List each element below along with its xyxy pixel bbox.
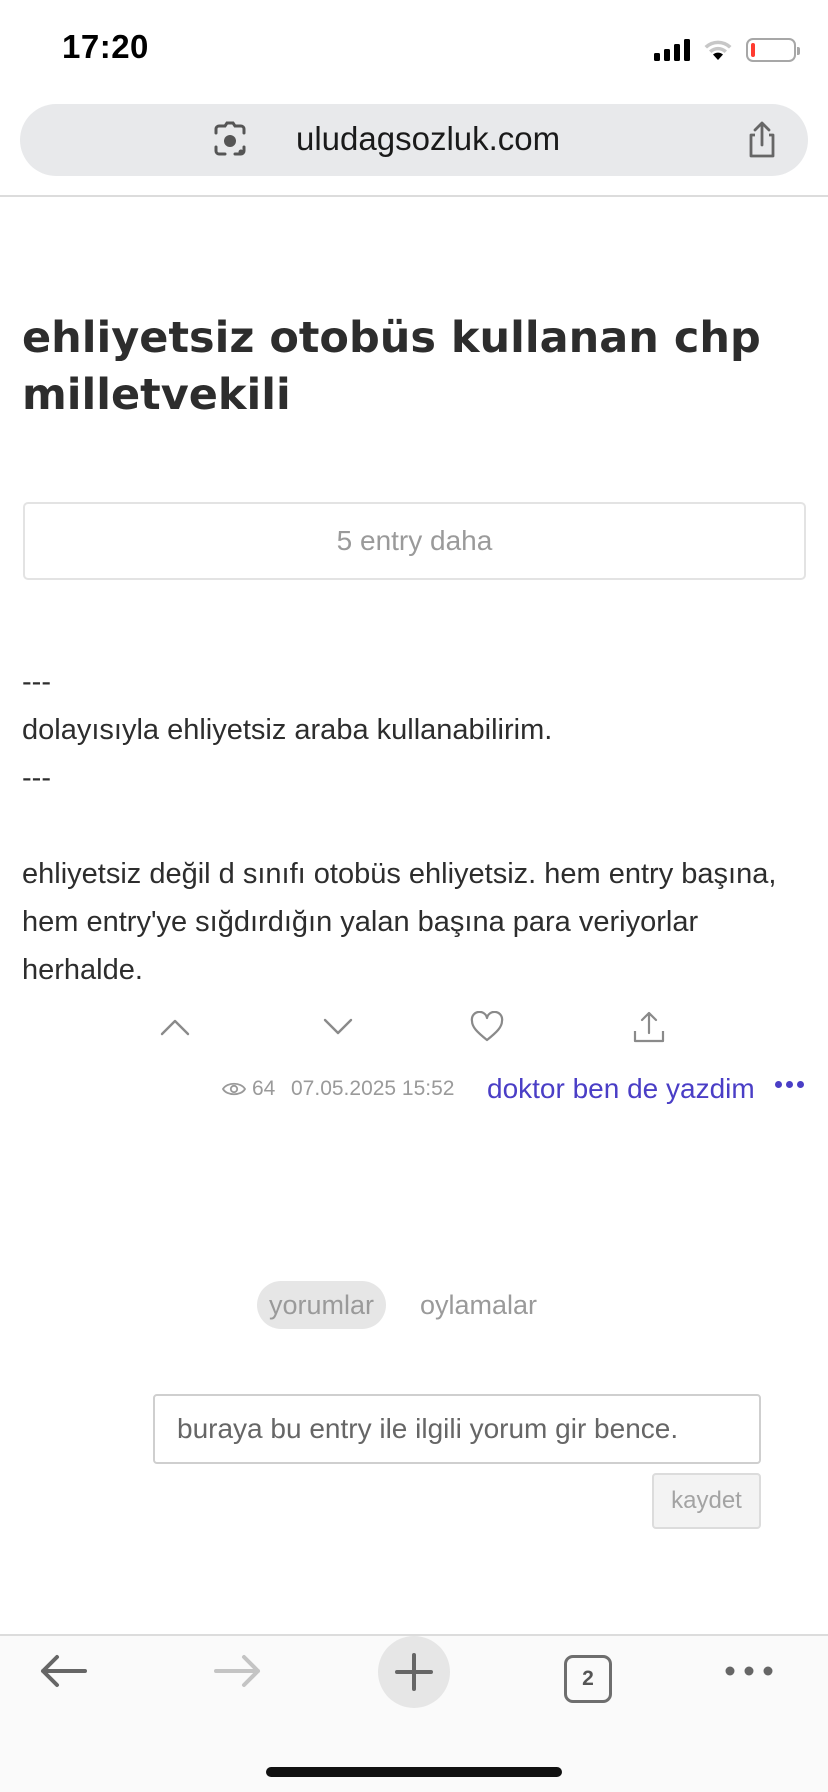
view-count-value: 64 bbox=[252, 1077, 276, 1100]
menu-button[interactable] bbox=[714, 1636, 784, 1706]
downvote-icon bbox=[323, 1018, 353, 1035]
google-lens-icon[interactable] bbox=[210, 120, 250, 160]
home-indicator bbox=[266, 1767, 562, 1777]
status-icons bbox=[654, 36, 800, 64]
url-text[interactable]: uludagsozluk.com bbox=[296, 120, 560, 158]
favorite-button[interactable] bbox=[465, 1005, 509, 1049]
share-icon[interactable] bbox=[742, 120, 782, 160]
entry-line: --- bbox=[22, 762, 51, 794]
entry-paragraph: ehliyetsiz değil d sınıfı otobüs ehliyet… bbox=[22, 858, 785, 986]
plus-icon bbox=[395, 1653, 433, 1691]
header-divider bbox=[0, 195, 828, 197]
back-arrow-icon bbox=[41, 1655, 87, 1687]
forward-button[interactable] bbox=[203, 1636, 273, 1706]
view-count: 64 bbox=[222, 1077, 275, 1101]
upvote-button[interactable] bbox=[153, 1005, 197, 1049]
entry-content: --- dolayısıyla ehliyetsiz araba kullana… bbox=[22, 658, 812, 994]
comment-input[interactable] bbox=[153, 1394, 761, 1464]
tab-votes[interactable]: oylamalar bbox=[420, 1281, 537, 1329]
entry-line: dolayısıyla ehliyetsiz araba kullanabili… bbox=[22, 714, 553, 746]
address-bar[interactable]: uludagsozluk.com bbox=[20, 104, 808, 176]
back-button[interactable] bbox=[28, 1636, 98, 1706]
new-tab-button[interactable] bbox=[378, 1636, 450, 1708]
battery-low-icon bbox=[746, 38, 800, 62]
more-horizontal-icon bbox=[725, 1666, 773, 1676]
status-bar: 17:20 bbox=[0, 0, 828, 100]
more-entries-button[interactable]: 5 entry daha bbox=[23, 502, 806, 580]
forward-arrow-icon bbox=[214, 1655, 260, 1687]
tab-comments[interactable]: yorumlar bbox=[257, 1281, 387, 1329]
entry-actions bbox=[0, 1005, 828, 1055]
tab-switcher-button[interactable]: 2 bbox=[564, 1655, 612, 1703]
entry-date[interactable]: 07.05.2025 15:52 bbox=[291, 1077, 455, 1101]
share-entry-button[interactable] bbox=[627, 1005, 671, 1049]
save-button[interactable]: kaydet bbox=[652, 1473, 761, 1529]
downvote-button[interactable] bbox=[316, 1005, 360, 1049]
upvote-icon bbox=[160, 1019, 190, 1036]
status-time: 17:20 bbox=[62, 28, 149, 65]
eye-icon bbox=[222, 1082, 246, 1096]
battery-level bbox=[751, 43, 755, 57]
entry-meta: 64 07.05.2025 15:52 doktor ben de yazdim bbox=[0, 1073, 828, 1113]
entry-line: --- bbox=[22, 666, 51, 698]
author-link[interactable]: doktor ben de yazdim bbox=[487, 1073, 755, 1105]
favorite-heart-icon bbox=[470, 1011, 504, 1042]
entry-tabs: yorumlar oylamalar bbox=[0, 1281, 828, 1331]
cellular-signal-icon bbox=[654, 39, 690, 61]
share-icon bbox=[633, 1011, 665, 1043]
topic-title[interactable]: ehliyetsiz otobüs kullanan chp milletvek… bbox=[22, 310, 802, 424]
wifi-icon bbox=[704, 40, 732, 60]
more-options-icon[interactable] bbox=[775, 1081, 804, 1088]
